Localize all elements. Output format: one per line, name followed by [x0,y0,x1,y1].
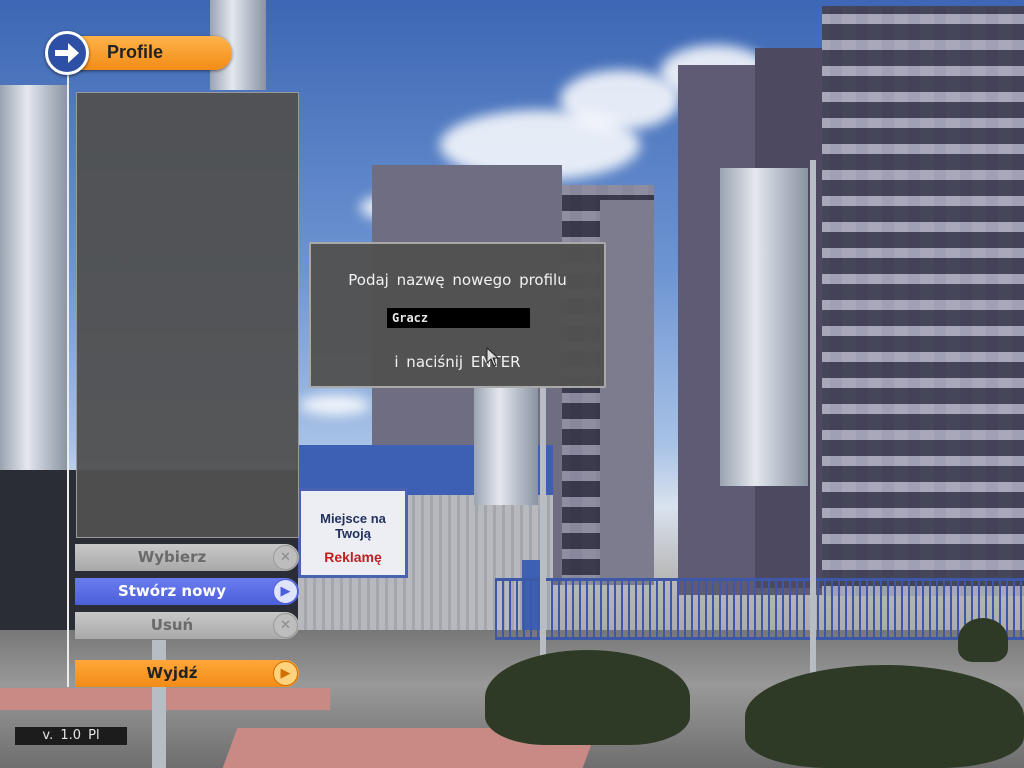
building-middle-wing [600,200,654,585]
profile-name-input[interactable] [387,308,530,328]
menu-guide-line [67,72,69,687]
arrow-right-icon [55,43,79,63]
arrow-right-icon: ▶ [273,661,298,686]
flag-pole [810,160,816,700]
billboard-line1: Miejsce na Twoją [320,511,386,541]
arrow-right-icon: ▶ [273,579,298,604]
select-profile-label: Wybierz [137,548,207,566]
dialog-hint: i naciśnij ENTER [394,353,521,371]
bush [485,650,690,745]
billboard-line2: Reklamę [324,549,382,565]
close-icon: ✕ [273,545,298,570]
bush [745,665,1024,768]
delete-profile-button[interactable]: Usuń ✕ [75,612,299,639]
mouse-cursor-icon [486,347,500,367]
dialog-prompt: Podaj nazwę nowego profilu [348,271,567,289]
create-profile-label: Stwórz nowy [117,582,227,600]
banner-flag [720,168,808,486]
version-label: v. 1.0 Pl [15,727,127,745]
fence [495,578,1024,640]
building-right-side [822,6,1024,596]
close-icon: ✕ [273,613,298,638]
title-badge [45,31,89,75]
delete-profile-label: Usuń [150,616,194,634]
profile-list[interactable] [76,92,299,538]
new-profile-dialog: Podaj nazwę nowego profilu i naciśnij EN… [309,242,606,388]
exit-label: Wyjdź [146,664,198,682]
banner-flag [474,385,538,505]
cloud [300,395,370,415]
page-title-pill: Profile [70,36,232,70]
exit-button[interactable]: Wyjdź ▶ [75,660,299,687]
page-title: Profile [107,42,164,62]
create-profile-button[interactable]: Stwórz nowy ▶ [75,578,299,605]
billboard: Miejsce na Twoją Reklamę [298,488,408,578]
select-profile-button[interactable]: Wybierz ✕ [75,544,299,571]
bush [958,618,1008,662]
banner-flag [0,85,68,470]
